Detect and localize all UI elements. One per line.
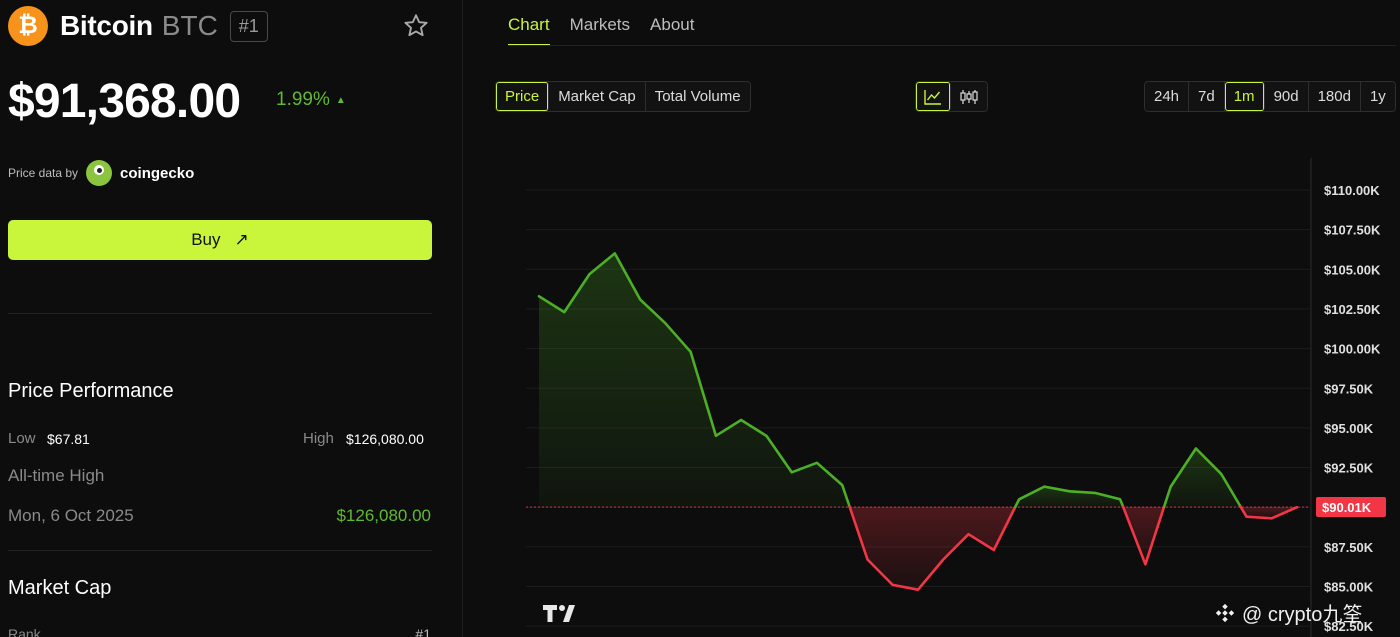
metric-market-cap-button[interactable]: Market Cap: [549, 82, 646, 111]
area-fill: [1123, 507, 1164, 565]
range-24h-button[interactable]: 24h: [1145, 82, 1190, 111]
y-tick-label: $92.50K: [1324, 461, 1374, 476]
low-label: Low: [8, 430, 36, 447]
y-tick-label: $95.00K: [1324, 421, 1374, 436]
price-data-label: Price data by: [8, 166, 79, 180]
y-tick-label: $100.00K: [1324, 342, 1381, 357]
price-change: 1.99% ▲: [276, 89, 346, 111]
y-tick-label: $97.50K: [1324, 381, 1374, 396]
y-tick-label: $102.50K: [1324, 302, 1381, 317]
market-cap-rank-label: Rank: [8, 626, 41, 637]
coin-name: Bitcoin: [60, 10, 153, 41]
coin-symbol: BTC: [161, 10, 218, 41]
coingecko-link[interactable]: coingecko: [120, 165, 194, 182]
y-axis-labels: $110.00K $107.50K $105.00K $102.50K $100.00K…: [1324, 183, 1381, 634]
tab-chart[interactable]: Chart: [508, 0, 550, 46]
high-label: High: [303, 430, 334, 447]
favorite-star-icon[interactable]: [402, 12, 430, 40]
range-7d-button[interactable]: 7d: [1189, 82, 1225, 111]
all-time-high-value: $126,080.00: [336, 506, 431, 525]
chart-panel: Chart Markets About Price Market Cap Tot…: [464, 0, 1400, 637]
watermark-text: @ crypto九筌: [1242, 604, 1363, 626]
baseline-price-tag: $90.01K: [1316, 497, 1386, 518]
range-1y-button[interactable]: 1y: [1360, 82, 1395, 111]
baseline-tag-label: $90.01K: [1322, 500, 1372, 515]
coingecko-logo-icon[interactable]: [86, 160, 113, 186]
metric-total-volume-button[interactable]: Total Volume: [645, 82, 750, 111]
chart-area-fills: [539, 253, 1297, 590]
all-time-high-date: Mon, 6 Oct 2025: [8, 506, 134, 525]
buy-button[interactable]: Buy ↗: [8, 220, 432, 260]
market-cap-title: Market Cap: [8, 577, 112, 599]
chart-type-selector: [915, 81, 988, 112]
all-time-high-label: All-time High: [8, 466, 105, 485]
candlestick-icon: [960, 89, 978, 104]
high-value: $126,080.00: [346, 431, 424, 447]
coin-header: ₿ Bitcoin BTC #1: [8, 6, 268, 46]
market-cap-rank-value: #1: [415, 626, 431, 637]
range-90d-button[interactable]: 90d: [1264, 82, 1309, 111]
tradingview-logo-icon[interactable]: [542, 602, 584, 624]
range-1m-button[interactable]: 1m: [1224, 82, 1265, 111]
line-chart-button[interactable]: [916, 82, 951, 111]
y-tick-label: $87.50K: [1324, 540, 1374, 555]
up-arrow-icon: ▲: [335, 95, 346, 106]
coin-info-panel: ₿ Bitcoin BTC #1 $91,368.00 1.99% ▲ Price…: [0, 0, 463, 637]
metric-price-button[interactable]: Price: [496, 82, 550, 111]
bitcoin-logo-icon: ₿: [8, 6, 48, 46]
metric-selector: Price Market Cap Total Volume: [495, 81, 751, 112]
y-tick-label: $110.00K: [1324, 183, 1380, 198]
current-price: $91,368.00: [8, 75, 241, 128]
price-change-value: 1.99%: [276, 89, 330, 110]
tabs-underline: [508, 45, 1396, 46]
binance-logo-icon: [1215, 603, 1235, 622]
tab-about[interactable]: About: [650, 0, 694, 46]
y-tick-label: $85.00K: [1324, 580, 1374, 595]
price-data-attribution: Price data by coingecko: [8, 159, 194, 187]
buy-label: Buy: [191, 230, 221, 249]
divider: [8, 550, 432, 551]
rank-badge: #1: [229, 10, 268, 42]
watermark: @ crypto九筌: [1214, 598, 1362, 627]
divider: [8, 313, 432, 314]
section-tabs: Chart Markets About: [508, 0, 714, 46]
y-tick-label: $107.50K: [1324, 223, 1381, 238]
price-chart[interactable]: $110.00K $107.50K $105.00K $102.50K $100.00K…: [464, 150, 1400, 637]
time-range-selector: 24h 7d 1m 90d 180d 1y: [1144, 81, 1396, 112]
price-performance-title: Price Performance: [8, 380, 174, 402]
range-180d-button[interactable]: 180d: [1308, 82, 1361, 111]
low-value: $67.81: [47, 431, 90, 447]
candlestick-button[interactable]: [951, 82, 987, 111]
line-chart-icon: [924, 89, 941, 105]
y-tick-label: $105.00K: [1324, 262, 1381, 277]
tab-markets[interactable]: Markets: [570, 0, 630, 46]
external-arrow-icon: ↗: [234, 230, 249, 249]
